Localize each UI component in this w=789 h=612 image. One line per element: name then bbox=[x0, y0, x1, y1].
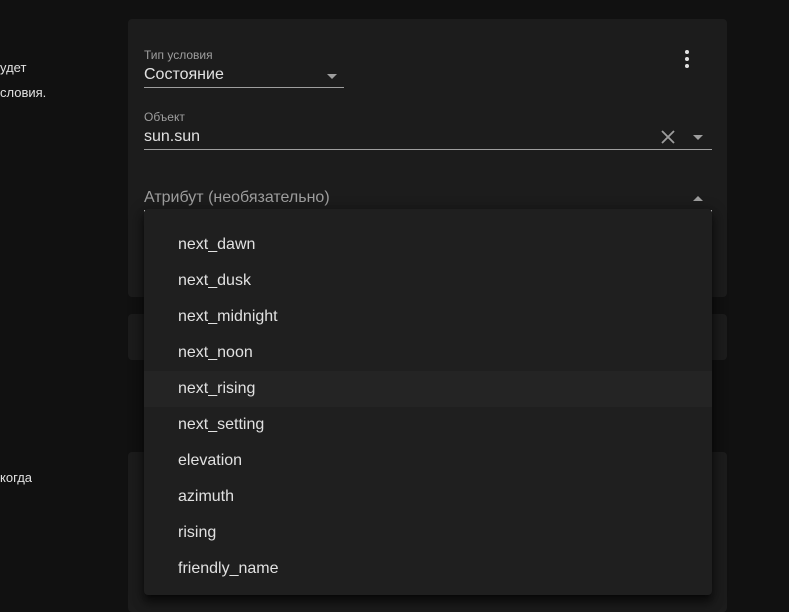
description-text-1: удет bbox=[0, 60, 27, 75]
menu-item-next-dawn[interactable]: next_dawn bbox=[144, 227, 712, 263]
dots-vertical-icon[interactable] bbox=[675, 47, 699, 71]
menu-item-next-dusk[interactable]: next_dusk bbox=[144, 263, 712, 299]
condition-type-select[interactable]: Тип условия Состояние bbox=[144, 45, 344, 89]
entity-value[interactable]: sun.sun bbox=[144, 128, 200, 146]
condition-type-value: Состояние bbox=[144, 66, 224, 83]
attribute-picker[interactable]: Атрибут (необязательно) bbox=[144, 169, 712, 213]
menu-item-next-rising[interactable]: next_rising bbox=[144, 371, 712, 407]
menu-down-icon[interactable] bbox=[693, 135, 703, 140]
description-text-3: когда bbox=[0, 470, 33, 485]
close-icon[interactable] bbox=[659, 128, 677, 146]
description-text-2: словия. bbox=[0, 85, 47, 100]
entity-label: Объект bbox=[144, 110, 185, 124]
menu-item-friendly-name[interactable]: friendly_name bbox=[144, 551, 712, 587]
menu-item-rising[interactable]: rising bbox=[144, 515, 712, 551]
entity-underline bbox=[144, 149, 712, 150]
menu-item-azimuth[interactable]: azimuth bbox=[144, 479, 712, 515]
menu-item-next-setting[interactable]: next_setting bbox=[144, 407, 712, 443]
menu-down-icon bbox=[327, 74, 337, 79]
menu-item-next-noon[interactable]: next_noon bbox=[144, 335, 712, 371]
entity-picker[interactable]: Объект sun.sun bbox=[144, 107, 712, 151]
attribute-placeholder: Атрибут (необязательно) bbox=[144, 189, 330, 206]
attribute-menu: next_dawn next_dusk next_midnight next_n… bbox=[144, 209, 712, 595]
menu-item-elevation[interactable]: elevation bbox=[144, 443, 712, 479]
condition-type-underline bbox=[144, 87, 344, 88]
menu-up-icon[interactable] bbox=[693, 196, 703, 201]
menu-item-next-midnight[interactable]: next_midnight bbox=[144, 299, 712, 335]
condition-type-label: Тип условия bbox=[144, 48, 213, 62]
